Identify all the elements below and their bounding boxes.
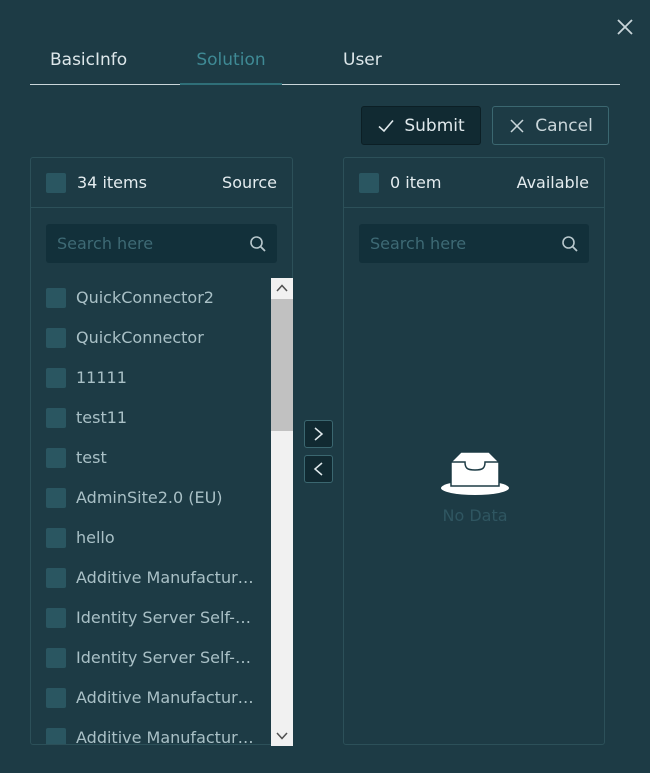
cancel-button[interactable]: Cancel [492, 106, 609, 145]
list-item[interactable]: 11111 [31, 358, 271, 398]
item-label: hello [76, 528, 115, 547]
item-checkbox[interactable] [46, 648, 66, 668]
list-item[interactable]: hello [31, 518, 271, 558]
item-label: Identity Server Self-H... [76, 608, 256, 627]
available-search [359, 224, 589, 263]
empty-state: No Data [344, 448, 606, 525]
available-item-count: 0 item [390, 173, 442, 192]
source-panel: 34 items Source QuickConnector2 QuickCon… [30, 157, 293, 746]
available-search-input[interactable] [359, 224, 589, 263]
item-checkbox[interactable] [46, 728, 66, 744]
list-item[interactable]: Additive Manufacturi... [31, 558, 271, 598]
list-item[interactable]: Identity Server Self-H... [31, 638, 271, 678]
source-list: QuickConnector2 QuickConnector 11111 tes… [31, 278, 271, 744]
x-icon [508, 117, 526, 135]
list-item[interactable]: Additive Manufacturi... [31, 718, 271, 744]
check-icon [377, 117, 395, 135]
list-item[interactable]: QuickConnector2 [31, 278, 271, 318]
item-checkbox[interactable] [46, 608, 66, 628]
close-icon[interactable] [612, 14, 638, 40]
search-icon[interactable] [249, 235, 267, 253]
item-checkbox[interactable] [46, 448, 66, 468]
item-checkbox[interactable] [46, 368, 66, 388]
item-label: test11 [76, 408, 128, 427]
list-item[interactable]: AdminSite2.0 (EU) [31, 478, 271, 518]
item-checkbox[interactable] [46, 488, 66, 508]
chevron-left-icon [305, 456, 332, 482]
source-item-count: 34 items [77, 173, 147, 192]
item-checkbox[interactable] [46, 408, 66, 428]
item-label: Additive Manufacturi... [76, 568, 256, 587]
scroll-up-arrow-icon[interactable] [271, 278, 293, 298]
scroll-down-arrow-icon[interactable] [271, 726, 293, 746]
item-checkbox[interactable] [46, 568, 66, 588]
list-item[interactable]: test11 [31, 398, 271, 438]
list-item[interactable]: Identity Server Self-H... [31, 598, 271, 638]
item-label: QuickConnector2 [76, 288, 214, 307]
tab-user[interactable]: User [343, 40, 382, 84]
available-panel-title: Available [516, 173, 589, 192]
move-right-button[interactable] [304, 420, 333, 448]
item-label: AdminSite2.0 (EU) [76, 488, 223, 507]
move-left-button[interactable] [304, 455, 333, 483]
submit-button[interactable]: Submit [361, 106, 481, 145]
item-label: 11111 [76, 368, 127, 387]
tab-solution[interactable]: Solution [180, 40, 282, 84]
active-tab-indicator [180, 83, 282, 85]
list-item[interactable]: Additive Manufacturi... [31, 678, 271, 718]
list-item[interactable]: test [31, 438, 271, 478]
available-panel-header: 0 item Available [344, 158, 604, 208]
available-select-all-checkbox[interactable] [359, 173, 379, 193]
scrollbar-thumb[interactable] [271, 299, 293, 431]
item-checkbox[interactable] [46, 528, 66, 548]
submit-button-label: Submit [404, 115, 465, 136]
cancel-button-label: Cancel [535, 115, 593, 136]
source-select-all-checkbox[interactable] [46, 173, 66, 193]
source-search [46, 224, 277, 263]
chevron-right-icon [305, 421, 332, 447]
search-icon[interactable] [561, 235, 579, 253]
item-checkbox[interactable] [46, 688, 66, 708]
item-label: Additive Manufacturi... [76, 728, 256, 744]
tab-bar: BasicInfo Solution User [30, 40, 620, 85]
item-label: Identity Server Self-H... [76, 648, 256, 667]
item-checkbox[interactable] [46, 288, 66, 308]
tab-basicinfo[interactable]: BasicInfo [50, 40, 127, 84]
source-search-input[interactable] [46, 224, 277, 263]
item-label: QuickConnector [76, 328, 204, 347]
list-item[interactable]: QuickConnector [31, 318, 271, 358]
available-panel: 0 item Available No Data [343, 157, 605, 745]
source-panel-title: Source [222, 173, 277, 192]
empty-state-text: No Data [442, 506, 508, 525]
item-checkbox[interactable] [46, 328, 66, 348]
item-label: Additive Manufacturi... [76, 688, 256, 707]
empty-inbox-icon [344, 448, 606, 498]
item-label: test [76, 448, 107, 467]
source-panel-header: 34 items Source [31, 158, 292, 208]
source-list-scrollbar[interactable] [271, 278, 293, 746]
